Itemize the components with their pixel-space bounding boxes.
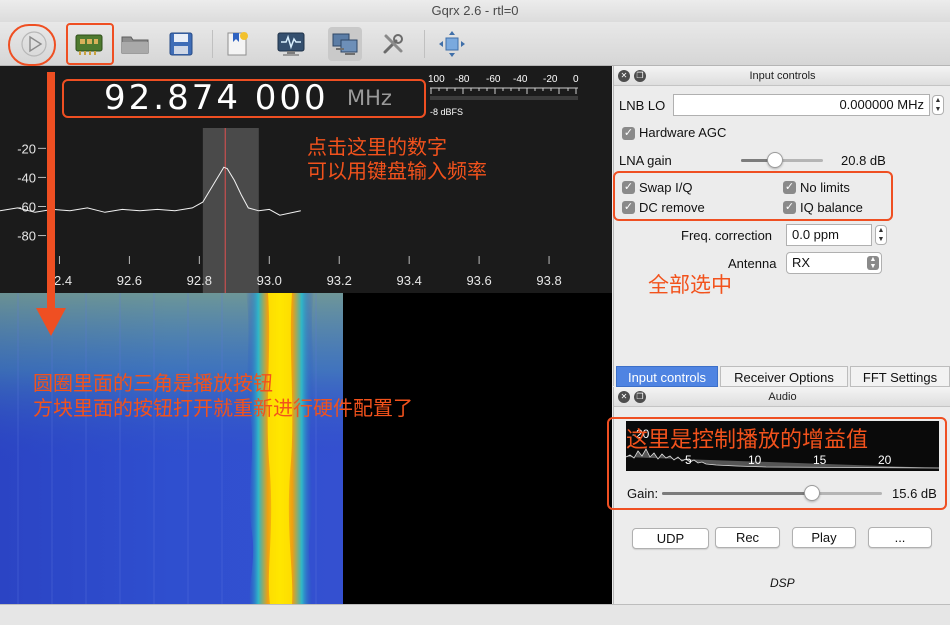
annotation-box-frequency (62, 79, 426, 118)
gqrx-window: Gqrx 2.6 - rtl=0 92.874 000 MHz 100 -80 … (0, 0, 950, 625)
x-tick-label: 92.8 (187, 273, 212, 288)
fullscreen-icon (439, 31, 465, 57)
annotation-gain-hint: 这里是控制播放的增益值 (626, 428, 869, 453)
meter-tick-label: 100 (428, 74, 445, 85)
x-tick-label: 93.6 (466, 273, 491, 288)
dock-header: ✕ ❐ Input controls (614, 66, 950, 86)
toolbar-separator (212, 30, 213, 58)
lna-gain-slider-knob[interactable] (767, 152, 784, 168)
signal-meter: 100 -80 -60 -40 -20 0 -8 dBFS (428, 72, 612, 122)
dsp-label: DSP (770, 576, 795, 590)
x-tick-label: 92.4 (47, 273, 72, 288)
waterfall[interactable] (0, 293, 612, 604)
dock-float-icon[interactable]: ❐ (634, 391, 646, 403)
x-tick-label: 93.0 (257, 273, 282, 288)
udp-button[interactable]: UDP (632, 528, 709, 549)
iq-tool-button[interactable] (274, 27, 308, 61)
x-tick-label: 93.2 (327, 273, 352, 288)
tab-receiver-options[interactable]: Receiver Options (720, 366, 848, 387)
freq-correction-label: Freq. correction (681, 228, 773, 243)
dock-float-icon[interactable]: ❐ (634, 70, 646, 82)
dock-close-icon[interactable]: ✕ (618, 391, 630, 403)
remote-control-button[interactable] (328, 27, 362, 61)
annotation-box-config (66, 23, 114, 65)
antenna-select-value: RX (792, 255, 811, 270)
y-tick-label: -20 (17, 141, 36, 156)
save-icon (169, 32, 193, 56)
load-settings-button[interactable] (118, 27, 152, 61)
y-tick-label: -40 (17, 170, 36, 185)
spectrum-plot[interactable]: -20 -40 -60 -80 92.4 92.6 92.8 93.0 93.2 93.4 93.6… (0, 128, 612, 293)
dock-header: ✕ ❐ Audio (614, 387, 950, 407)
input-controls-dock: ✕ ❐ Input controls LNB LO 0.000000 MHz ▲… (613, 66, 950, 386)
folder-icon (121, 36, 149, 54)
lnb-lo-input[interactable]: 0.000000 MHz (673, 94, 930, 116)
hardware-agc-checkbox[interactable]: ✓ (622, 127, 635, 140)
bookmark-icon (227, 32, 248, 56)
lna-gain-slider[interactable] (741, 152, 823, 168)
save-settings-button[interactable] (164, 27, 198, 61)
annotation-checkbox-hint: 全部选中 (648, 273, 732, 297)
fullscreen-button[interactable] (435, 27, 469, 61)
lna-gain-label: LNA gain (619, 153, 672, 168)
rec-button[interactable]: Rec (715, 527, 780, 548)
spectrum-chart: -20-40-60-8092.4 92.6 92.8 93.0 93.2 93.4 93.6… (0, 128, 562, 293)
meter-tick-label: 0 (573, 74, 579, 85)
antenna-select[interactable]: RX ▲ ▼ (786, 252, 882, 274)
meter-tick-label: -20 (543, 74, 558, 85)
annotation-freq-hint-2: 可以用键盘输入频率 (307, 159, 487, 183)
annotation-toolbar-hint-2: 方块里面的按钮打开就重新进行硬件配置了 (33, 396, 413, 420)
status-bar (0, 604, 950, 625)
toolbar (0, 22, 950, 66)
settings-button[interactable] (376, 27, 410, 61)
y-tick-label: -80 (17, 229, 36, 244)
lnb-lo-stepper[interactable]: ▲ ▼ (932, 95, 944, 115)
annotation-freq-hint-1: 点击这里的数字 (307, 135, 447, 159)
window-title: Gqrx 2.6 - rtl=0 (431, 3, 519, 18)
x-tick-label: 93.8 (536, 273, 561, 288)
meter-tick-label: -60 (486, 74, 501, 85)
remote-control-icon (332, 33, 358, 55)
annotation-circle-play (8, 24, 56, 66)
annotation-box-checkboxes (613, 171, 893, 221)
dock-close-icon[interactable]: ✕ (618, 70, 630, 82)
tab-input-controls[interactable]: Input controls (616, 366, 718, 387)
meter-tick-label: -80 (455, 74, 470, 85)
lnb-lo-label: LNB LO (619, 98, 666, 113)
audio-options-button[interactable]: ... (868, 527, 932, 548)
x-tick-label: 92.6 (117, 273, 142, 288)
antenna-label: Antenna (728, 256, 777, 271)
play-audio-button[interactable]: Play (792, 527, 856, 548)
chevron-updown-icon: ▲ ▼ (867, 256, 879, 270)
dock-title: Input controls (749, 70, 816, 82)
tab-fft-settings[interactable]: FFT Settings (850, 366, 950, 387)
filter-band (202, 128, 259, 293)
freq-correction-input[interactable]: 0.0 ppm (786, 224, 872, 246)
toolbar-separator (424, 30, 425, 58)
title-bar: Gqrx 2.6 - rtl=0 (0, 0, 950, 22)
meter-unit: -8 dBFS (430, 107, 464, 117)
waterfall-image (0, 293, 343, 604)
dsp-scope-icon (277, 32, 305, 56)
tools-icon (383, 34, 403, 54)
lna-gain-value: 20.8 dB (841, 153, 886, 168)
freq-correction-stepper[interactable]: ▲ ▼ (875, 225, 887, 245)
x-tick-label: 93.4 (397, 273, 422, 288)
annotation-toolbar-hint-1: 圆圈里面的三角是播放按钮 (33, 371, 273, 395)
meter-tick-label: -40 (513, 74, 528, 85)
bookmarks-button[interactable] (220, 27, 254, 61)
dock-tabs: Input controls Receiver Options FFT Sett… (613, 366, 950, 387)
hardware-agc-label: Hardware AGC (639, 125, 727, 140)
dock-title: Audio (768, 391, 797, 403)
